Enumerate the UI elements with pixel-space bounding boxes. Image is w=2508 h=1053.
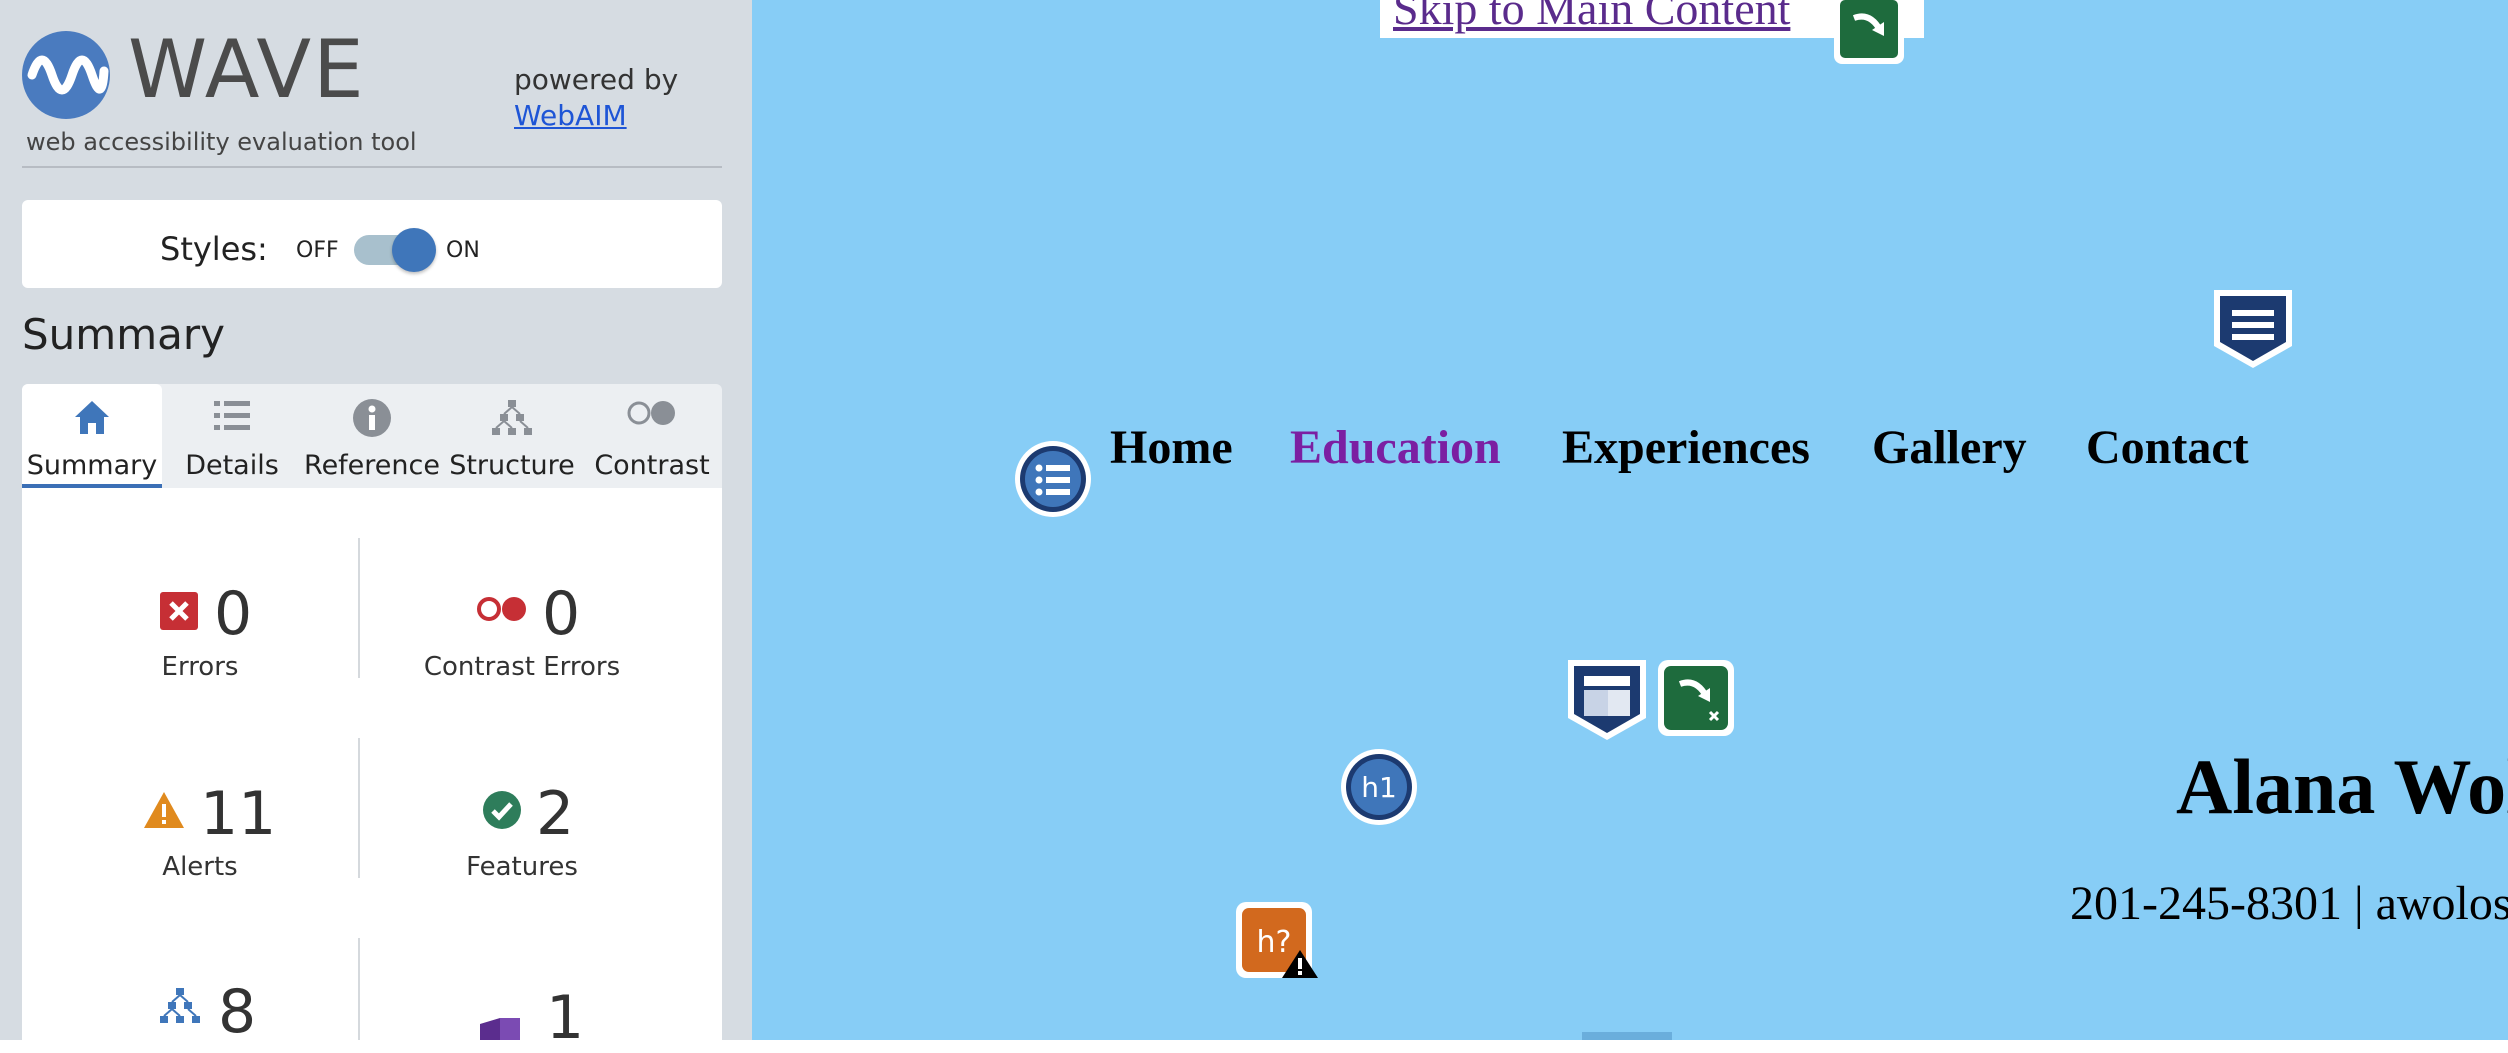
partial-region-icon: [1582, 1032, 1672, 1040]
powered-by-text: powered by: [514, 63, 679, 96]
structure-icon: [158, 986, 202, 1032]
tab-summary[interactable]: Summary: [22, 384, 162, 488]
skip-to-main-link[interactable]: Skip to Main Content: [1393, 0, 1790, 35]
nav-home[interactable]: Home: [1110, 420, 1233, 475]
wave-sidebar: WAVE web accessibility evaluation tool p…: [0, 0, 752, 1048]
page-heading: Alana Woloshin: [2176, 743, 2508, 830]
features-label: Features: [466, 852, 578, 882]
nav-contact[interactable]: Contact: [2086, 420, 2249, 475]
list-structure-icon[interactable]: [1014, 440, 1092, 522]
skip-target-icon[interactable]: [1656, 658, 1736, 742]
sidebar-tabs: Summary Details Reference Structure Cont…: [22, 384, 722, 488]
tab-label: Reference: [304, 450, 440, 481]
page-preview: Skip to Main Content Home Education Expe…: [752, 0, 2508, 1040]
h1-heading-icon[interactable]: h1: [1340, 748, 1418, 830]
tab-contrast[interactable]: Contrast: [582, 384, 722, 488]
home-icon: [72, 398, 112, 440]
errors-count[interactable]: 0: [214, 584, 252, 644]
divider: [22, 166, 722, 168]
nav-gallery[interactable]: Gallery: [1872, 420, 2027, 475]
divider: [358, 538, 360, 678]
contrast-icon: [626, 398, 678, 432]
alert-icon: [142, 790, 186, 834]
contrast-errors-count[interactable]: 0: [542, 584, 580, 644]
list-icon: [212, 398, 252, 438]
divider: [358, 938, 360, 1040]
skip-link-feature-icon[interactable]: [1832, 0, 1906, 72]
feature-icon: [482, 790, 522, 834]
summary-heading: Summary: [22, 310, 225, 359]
tab-structure[interactable]: Structure: [442, 384, 582, 488]
info-icon: [352, 398, 392, 442]
structure-count[interactable]: 8: [218, 982, 256, 1042]
contact-line: 201-245-8301 | awoloshi@umich.edu: [2070, 877, 2508, 930]
styles-label: Styles:: [160, 230, 268, 268]
wave-logo-text: WAVE: [128, 23, 366, 116]
navigation-icon[interactable]: [2210, 286, 2296, 376]
possible-heading-icon-text: h?: [1257, 925, 1292, 960]
wave-logo-icon: [22, 31, 110, 119]
divider: [358, 738, 360, 878]
tab-reference[interactable]: Reference: [302, 384, 442, 488]
styles-toggle-knob[interactable]: [392, 228, 436, 272]
nav-experiences[interactable]: Experiences: [1562, 420, 1810, 475]
possible-heading-alert-icon[interactable]: h?: [1234, 900, 1320, 984]
alerts-label: Alerts: [162, 852, 238, 882]
powered-by: powered by WebAIM: [514, 62, 678, 135]
tab-details[interactable]: Details: [162, 384, 302, 488]
error-icon: [160, 592, 198, 634]
alerts-count[interactable]: 11: [200, 784, 276, 844]
contrast-error-icon: [476, 594, 530, 628]
styles-on-label: ON: [446, 238, 480, 263]
summary-panel: 0 Errors 0 Contrast Errors 11 Alerts 2 F…: [22, 488, 722, 1048]
hierarchy-icon: [490, 398, 534, 442]
nav-education[interactable]: Education: [1290, 420, 1501, 475]
features-count[interactable]: 2: [536, 784, 574, 844]
aria-icon: [478, 1018, 522, 1044]
tab-label: Contrast: [594, 450, 710, 481]
errors-label: Errors: [161, 652, 239, 682]
tab-label: Structure: [449, 450, 575, 481]
tab-label: Summary: [26, 450, 158, 481]
webaim-link[interactable]: WebAIM: [514, 98, 678, 134]
tab-label: Details: [185, 450, 279, 481]
h1-icon-text: h1: [1361, 771, 1397, 804]
aria-count[interactable]: 1: [546, 988, 584, 1048]
header-region-icon[interactable]: [1564, 656, 1650, 746]
contrast-errors-label: Contrast Errors: [423, 652, 621, 682]
styles-off-label: OFF: [296, 238, 339, 263]
wave-tagline: web accessibility evaluation tool: [26, 128, 417, 156]
